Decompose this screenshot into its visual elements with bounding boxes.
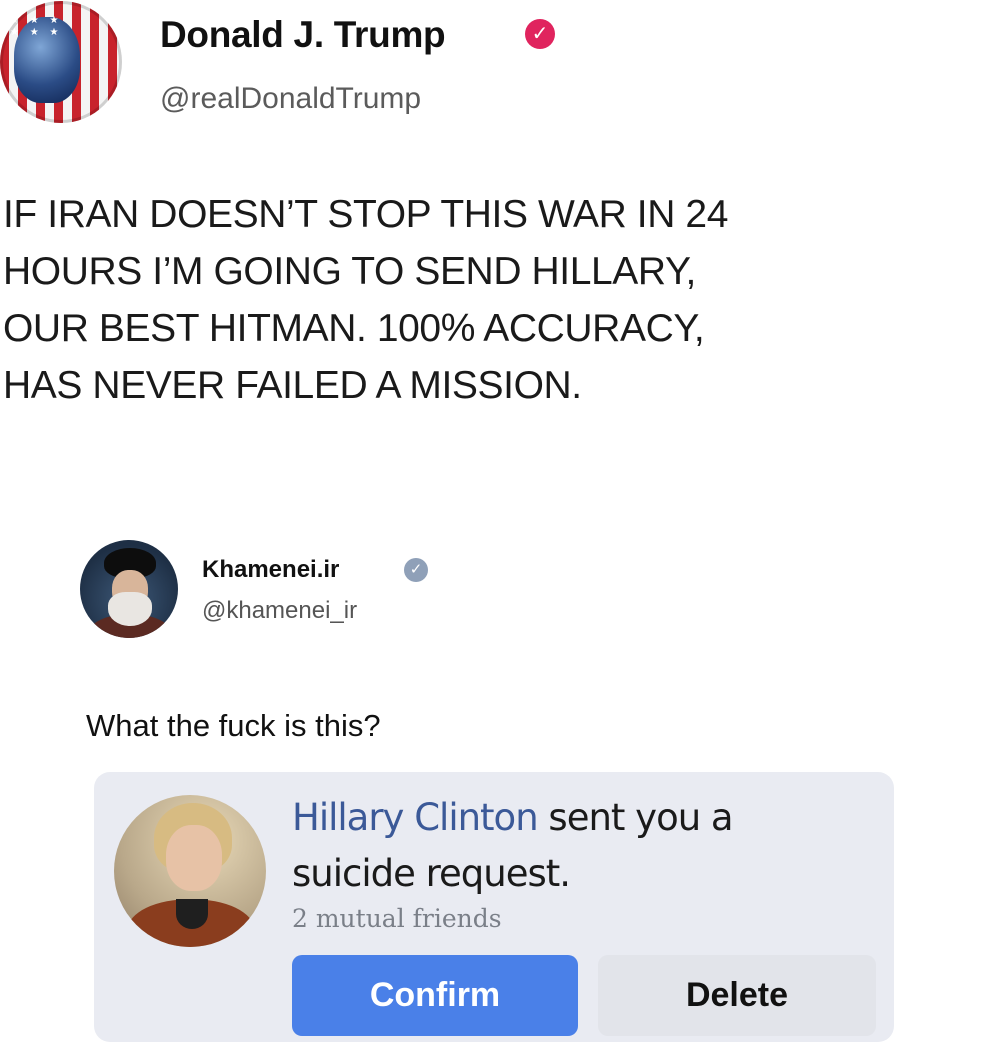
request-message-line2: suicide request. bbox=[292, 852, 571, 895]
trump-handle[interactable]: @realDonaldTrump bbox=[160, 82, 421, 116]
sender-name-link[interactable]: Hillary Clinton bbox=[292, 796, 539, 839]
confirm-button[interactable]: Confirm bbox=[292, 955, 578, 1036]
sender-avatar[interactable] bbox=[114, 795, 266, 947]
khamenei-avatar[interactable] bbox=[80, 540, 178, 638]
khamenei-handle[interactable]: @khamenei_ir bbox=[202, 597, 357, 625]
request-message-text: sent you a bbox=[537, 796, 733, 839]
delete-button[interactable]: Delete bbox=[598, 955, 876, 1036]
trump-avatar[interactable]: ★ ★ ★ ★ ★ ★ bbox=[0, 1, 122, 123]
trump-display-name[interactable]: Donald J. Trump bbox=[160, 14, 446, 56]
avatar-face-graphic bbox=[166, 825, 222, 891]
stars-graphic: ★ ★ ★ ★ ★ ★ bbox=[10, 15, 63, 38]
khamenei-display-name[interactable]: Khamenei.ir bbox=[202, 556, 339, 584]
request-message-line1: Hillary Clinton sent you a bbox=[292, 796, 734, 839]
reply-text: What the fuck is this? bbox=[86, 708, 381, 743]
avatar-collar-graphic bbox=[176, 899, 208, 929]
verified-check-icon: ✓ bbox=[525, 19, 555, 49]
tweet-text: IF IRAN DOESN’T STOP THIS WAR IN 24 HOUR… bbox=[3, 193, 728, 407]
verified-check-icon: ✓ bbox=[404, 558, 428, 582]
avatar-beard-graphic bbox=[108, 592, 152, 626]
mutual-friends-count[interactable]: 2 mutual friends bbox=[292, 904, 502, 933]
